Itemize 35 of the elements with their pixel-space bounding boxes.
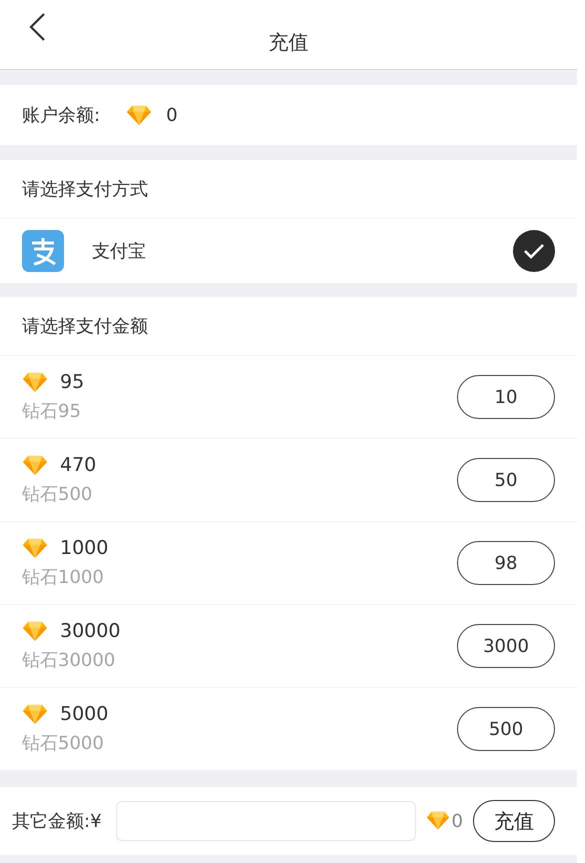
diamond-icon	[22, 704, 48, 724]
diamond-icon	[426, 811, 450, 831]
section-heading: 请选择支付金额	[22, 315, 148, 338]
package-subtitle: 钻石5000	[22, 732, 105, 755]
balance-label: 账户余额:	[22, 104, 100, 127]
amount-input-field[interactable]	[116, 801, 416, 841]
package-subtitle: 钻石500	[22, 483, 94, 506]
balance-amount: 0	[166, 104, 178, 126]
diamond-count: 95	[60, 371, 84, 393]
package-subtitle: 钻石1000	[22, 566, 105, 589]
price-button[interactable]: 500	[457, 707, 555, 751]
payment-logo-icon	[22, 230, 64, 272]
diamond-count: 470	[60, 454, 96, 476]
diamond-icon	[22, 372, 48, 392]
price-button[interactable]: 3000	[457, 624, 555, 668]
diamond-count: 30000	[60, 620, 120, 642]
price-button[interactable]: 50	[457, 458, 555, 502]
other-amount-label: 其它金额:¥	[12, 810, 102, 833]
recharge-button[interactable]: 充值	[472, 800, 555, 842]
section-heading: 请选择支付方式	[22, 178, 148, 201]
diamond-count: 0	[452, 810, 463, 832]
package-subtitle: 钻石95	[22, 400, 82, 423]
price-button[interactable]: 98	[457, 541, 555, 585]
selection-check[interactable]	[513, 230, 555, 272]
diamond-icon	[22, 620, 48, 642]
diamond-count: 5000	[60, 703, 108, 725]
diamond-icon	[126, 104, 152, 126]
price-button[interactable]: 10	[457, 375, 555, 419]
diamond-icon	[22, 454, 48, 476]
diamond-icon	[22, 538, 48, 558]
back-icon[interactable]	[28, 12, 46, 42]
diamond-count: 1000	[60, 537, 108, 559]
package-subtitle: 钻石30000	[22, 649, 116, 672]
page-title: 充值	[268, 29, 308, 56]
checkmark-icon	[523, 243, 545, 259]
